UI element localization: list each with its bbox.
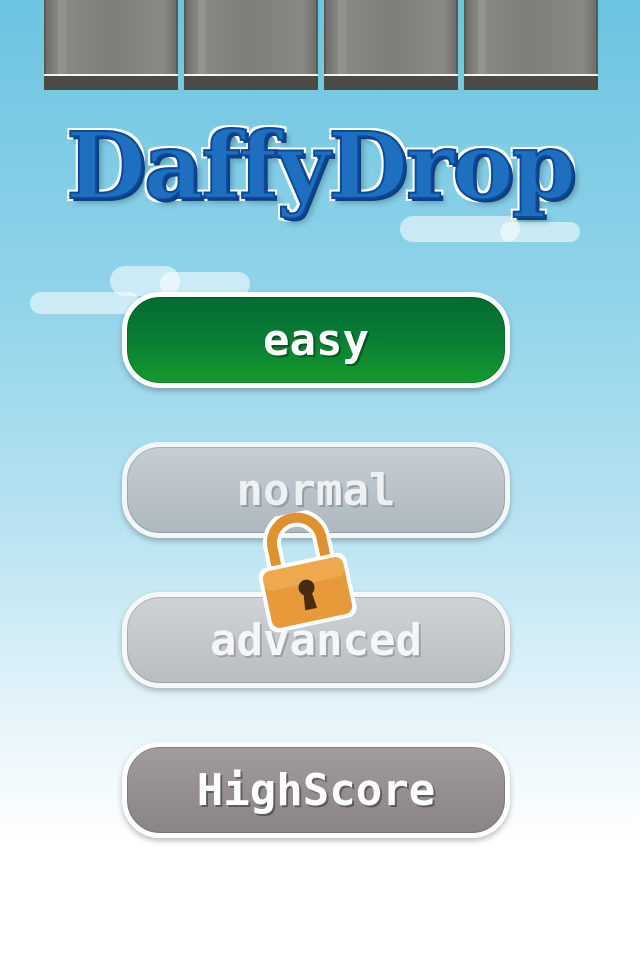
pipe — [324, 0, 458, 90]
highscore-button-label: HighScore — [196, 764, 436, 816]
easy-button-label: easy — [263, 314, 369, 366]
pipe — [464, 0, 598, 90]
pipe — [44, 0, 178, 90]
highscore-button[interactable]: HighScore — [122, 742, 510, 838]
game-logo: DaffyDrop — [65, 111, 577, 221]
top-pipes — [44, 0, 600, 96]
cloud — [500, 222, 580, 242]
pipe — [184, 0, 318, 90]
easy-button[interactable]: easy — [122, 292, 510, 388]
